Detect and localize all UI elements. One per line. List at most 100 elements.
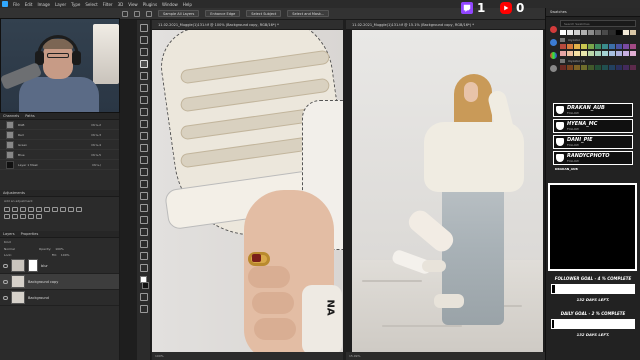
color-swatch[interactable] bbox=[609, 44, 615, 49]
visibility-eye-icon[interactable] bbox=[3, 295, 8, 300]
color-swatch[interactable] bbox=[609, 65, 615, 70]
gradient-map-icon[interactable] bbox=[28, 214, 34, 219]
vibrance-icon[interactable] bbox=[36, 207, 42, 212]
zoom-tool-icon[interactable] bbox=[139, 264, 148, 272]
color-swatch[interactable] bbox=[588, 44, 594, 49]
gradient-tool-icon[interactable] bbox=[139, 168, 148, 176]
posterize-icon[interactable] bbox=[12, 214, 18, 219]
crop-tool-icon[interactable] bbox=[139, 72, 148, 80]
menu-file[interactable]: File bbox=[13, 2, 20, 7]
tab-adjustments[interactable]: Adjustments bbox=[3, 191, 25, 195]
tab-layers[interactable]: Layers bbox=[3, 232, 15, 236]
color-swatch[interactable] bbox=[630, 30, 636, 35]
color-swatch[interactable] bbox=[567, 65, 573, 70]
tab-swatches[interactable]: Swatches bbox=[546, 8, 640, 17]
swatch-group[interactable]: mycolor bbox=[560, 38, 640, 42]
menu-type[interactable]: Type bbox=[71, 2, 80, 7]
color-swatch[interactable] bbox=[574, 65, 580, 70]
blend-mode-select[interactable]: Normal bbox=[4, 247, 15, 251]
menu-window[interactable]: Window bbox=[162, 2, 178, 7]
threshold-icon[interactable] bbox=[20, 214, 26, 219]
menu-view[interactable]: View bbox=[128, 2, 138, 7]
brightness-icon[interactable] bbox=[4, 207, 10, 212]
brush-tool-icon[interactable] bbox=[139, 120, 148, 128]
rectangle-tool-icon[interactable] bbox=[139, 240, 148, 248]
hue-icon[interactable] bbox=[44, 207, 50, 212]
background-color[interactable] bbox=[142, 282, 149, 289]
layer-row-blur[interactable]: blur bbox=[0, 258, 119, 274]
menu-select[interactable]: Select bbox=[85, 2, 97, 7]
color-swatch[interactable] bbox=[630, 44, 636, 49]
black-white-icon[interactable] bbox=[60, 207, 66, 212]
canvas-left[interactable]: NA bbox=[152, 30, 343, 352]
menu-help[interactable]: Help bbox=[183, 2, 192, 7]
color-swatch[interactable] bbox=[602, 51, 608, 56]
sample-all-layers-checkbox[interactable]: Sample All Layers bbox=[158, 10, 200, 17]
blur-tool-icon[interactable] bbox=[139, 180, 148, 188]
gradients-icon[interactable] bbox=[549, 52, 557, 59]
channel-row[interactable]: RGB Ctrl+2 bbox=[0, 120, 119, 130]
color-swatch[interactable] bbox=[623, 44, 629, 49]
color-swatch[interactable] bbox=[623, 65, 629, 70]
enhance-edge-checkbox[interactable]: Enhance Edge bbox=[205, 10, 241, 17]
levels-icon[interactable] bbox=[12, 207, 18, 212]
canvas-right[interactable] bbox=[352, 30, 543, 352]
document-tab-right[interactable]: 11.02.2021_Muggle(1)131.tif @ 15.1% (Bac… bbox=[346, 20, 545, 30]
selective-color-icon[interactable] bbox=[36, 214, 42, 219]
color-swatch[interactable] bbox=[567, 30, 573, 35]
healing-brush-icon[interactable] bbox=[139, 108, 148, 116]
color-swatch[interactable] bbox=[574, 44, 580, 49]
pen-tool-icon[interactable] bbox=[139, 204, 148, 212]
color-swatch[interactable] bbox=[567, 44, 573, 49]
color-swatch[interactable] bbox=[588, 65, 594, 70]
color-swatch[interactable] bbox=[588, 30, 594, 35]
zoom-level[interactable]: 100% bbox=[155, 354, 164, 358]
swatch-group[interactable]: mycolor (1) bbox=[560, 59, 640, 63]
layer-row-background[interactable]: Background bbox=[0, 290, 119, 306]
color-swatch[interactable] bbox=[630, 65, 636, 70]
color-swatch[interactable] bbox=[609, 51, 615, 56]
color-swatch[interactable] bbox=[588, 51, 594, 56]
menu-3d[interactable]: 3D bbox=[118, 2, 124, 7]
color-swatch[interactable] bbox=[623, 51, 629, 56]
visibility-eye-icon[interactable] bbox=[3, 263, 8, 268]
color-swatch[interactable] bbox=[567, 51, 573, 56]
color-swatch[interactable] bbox=[560, 30, 566, 35]
photo-filter-icon[interactable] bbox=[68, 207, 74, 212]
channel-row[interactable]: Layer 1 Mask Ctrl+\ bbox=[0, 160, 119, 170]
color-swatch[interactable] bbox=[560, 51, 566, 56]
color-swatch[interactable] bbox=[609, 30, 615, 35]
channel-row[interactable]: Red Ctrl+3 bbox=[0, 130, 119, 140]
eraser-tool-icon[interactable] bbox=[139, 156, 148, 164]
tab-channels[interactable]: Channels bbox=[3, 114, 19, 118]
color-swatch[interactable] bbox=[602, 44, 608, 49]
hand-tool-icon[interactable] bbox=[139, 252, 148, 260]
fill-value[interactable]: 100% bbox=[61, 253, 70, 257]
color-swatch[interactable] bbox=[595, 65, 601, 70]
marquee-tool-icon[interactable] bbox=[139, 36, 148, 44]
tab-paths[interactable]: Paths bbox=[25, 114, 35, 118]
color-swatch[interactable] bbox=[616, 51, 622, 56]
color-icon[interactable] bbox=[549, 26, 557, 33]
menu-edit[interactable]: Edit bbox=[25, 2, 33, 7]
channel-mixer-icon[interactable] bbox=[76, 207, 82, 212]
color-swatch[interactable] bbox=[581, 51, 587, 56]
channel-row[interactable]: Blue Ctrl+5 bbox=[0, 150, 119, 160]
color-swatch[interactable] bbox=[581, 44, 587, 49]
history-brush-icon[interactable] bbox=[139, 144, 148, 152]
select-subject-button[interactable]: Select Subject bbox=[246, 10, 282, 17]
color-swatch[interactable] bbox=[595, 51, 601, 56]
zoom-level[interactable]: 15.09% bbox=[349, 354, 360, 358]
select-and-mask-button[interactable]: Select and Mask... bbox=[287, 10, 330, 17]
path-selection-icon[interactable] bbox=[139, 228, 148, 236]
menu-layer[interactable]: Layer bbox=[55, 2, 66, 7]
tab-properties[interactable]: Properties bbox=[21, 232, 39, 236]
color-swatch[interactable] bbox=[602, 30, 608, 35]
quick-mask-icon[interactable] bbox=[139, 293, 148, 301]
color-swatch[interactable] bbox=[560, 65, 566, 70]
color-swatch[interactable] bbox=[616, 44, 622, 49]
swatch-search-input[interactable]: Search Swatches bbox=[560, 20, 636, 27]
color-swatch[interactable] bbox=[581, 65, 587, 70]
color-swatch[interactable] bbox=[574, 30, 580, 35]
type-tool-icon[interactable] bbox=[139, 216, 148, 224]
